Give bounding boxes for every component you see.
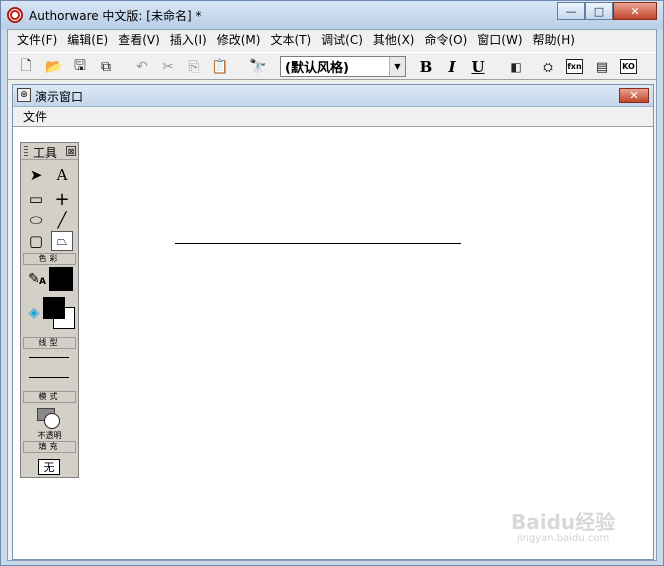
app-window: Authorware 中文版: [未命名] * — □ ✕ 文件(F) 编辑(E…	[0, 0, 664, 566]
close-button[interactable]: ✕	[613, 2, 657, 20]
tools-title: 工具	[33, 146, 58, 160]
text-tool-icon[interactable]: A	[51, 165, 73, 185]
window-controls: — □ ✕	[557, 2, 657, 20]
fill-section-label: 填充	[23, 441, 76, 453]
window-title: Authorware 中文版: [未命名] *	[29, 9, 202, 23]
tools-close-icon[interactable]: ⊠	[66, 146, 76, 156]
minimize-button[interactable]: —	[557, 2, 585, 20]
authorware-logo-icon	[7, 7, 23, 23]
menu-text[interactable]: 文本(T)	[265, 30, 316, 50]
maximize-button[interactable]: □	[585, 2, 613, 20]
watermark-url: jingyan.baidu.com	[517, 533, 610, 544]
variables-icon[interactable]: ▤	[592, 57, 612, 77]
menu-bar: 文件(F) 编辑(E) 查看(V) 插入(I) 修改(M) 文本(T) 调试(C…	[8, 30, 656, 50]
mode-section-label: 模式	[23, 391, 76, 403]
paint-bucket-icon: ◈	[28, 305, 40, 321]
presentation-window: ⊛ 演示窗口 ✕ 文件 工具 ⊠ ➤ A ▭ + ⬭ ╱ ▢ ⏢ 色彩 ✎ A …	[12, 84, 654, 560]
fill-pattern-button[interactable]: 无	[38, 459, 60, 475]
menu-window[interactable]: 窗口(W)	[472, 30, 527, 50]
menu-command[interactable]: 命令(O)	[419, 30, 472, 50]
save-all-icon[interactable]: 🖫	[70, 57, 90, 77]
underline-button[interactable]: U	[468, 57, 488, 77]
chevron-down-icon[interactable]: ▼	[389, 57, 405, 76]
presentation-menu-bar: 文件	[13, 107, 653, 127]
open-folder-icon[interactable]: 📂	[44, 57, 64, 77]
tools-palette: 工具 ⊠ ➤ A ▭ + ⬭ ╱ ▢ ⏢ 色彩 ✎ A ◈ 线型 模式 不透明 …	[20, 142, 79, 478]
mode-circle-icon[interactable]	[44, 413, 60, 429]
straight-line-tool-icon[interactable]: +	[51, 189, 73, 210]
pointer-tool-icon[interactable]: ➤	[25, 165, 47, 185]
watermark-logo: Baidu经验	[511, 510, 616, 534]
cut-icon[interactable]: ✂	[158, 57, 178, 77]
menu-modify[interactable]: 修改(M)	[212, 30, 266, 50]
polygon-tool-icon[interactable]: ⏢	[51, 231, 73, 251]
copy-icon[interactable]: ⎘	[184, 57, 204, 77]
menu-edit[interactable]: 编辑(E)	[62, 30, 113, 50]
paste-icon[interactable]: 📋	[210, 57, 230, 77]
presentation-menu-file[interactable]: 文件	[23, 110, 47, 124]
menu-insert[interactable]: 插入(I)	[165, 30, 212, 50]
presentation-title-bar[interactable]: ⊛ 演示窗口 ✕	[13, 85, 653, 107]
tools-header[interactable]: 工具 ⊠	[21, 143, 78, 160]
foreground-color-swatch[interactable]	[43, 297, 65, 319]
color-section-label: 色彩	[23, 253, 76, 265]
new-file-icon[interactable]: 🗋	[16, 57, 36, 77]
line-style-thin[interactable]	[29, 357, 69, 358]
mode-value: 不透明	[37, 431, 62, 440]
title-bar[interactable]: Authorware 中文版: [未命名] * — □ ✕	[1, 1, 663, 29]
pen-color-letter: A	[39, 277, 46, 287]
presentation-window-icon: ⊛	[17, 88, 31, 102]
grip-icon[interactable]	[24, 146, 28, 157]
style-select-value: (默认风格)	[285, 61, 349, 76]
presentation-close-button[interactable]: ✕	[619, 88, 649, 103]
main-toolbar: 🗋 📂 🖫 ⧉ ↶ ✂ ⎘ 📋 🔭 (默认风格) ▼ B I U ◧ ⛭ fxn…	[8, 52, 656, 80]
functions-button[interactable]: fxn	[566, 59, 583, 74]
restart-icon[interactable]: ◧	[506, 57, 526, 77]
menu-debug[interactable]: 调试(C)	[316, 30, 368, 50]
diagonal-line-tool-icon[interactable]: ╱	[51, 210, 73, 230]
rounded-rectangle-tool-icon[interactable]: ▢	[25, 231, 47, 251]
client-area: 文件(F) 编辑(E) 查看(V) 插入(I) 修改(M) 文本(T) 调试(C…	[7, 29, 657, 561]
line-style-arrow[interactable]	[29, 377, 69, 378]
line-section-label: 线型	[23, 337, 76, 349]
undo-icon[interactable]: ↶	[132, 57, 152, 77]
import-icon[interactable]: ⧉	[96, 57, 116, 77]
drawn-line[interactable]	[175, 243, 461, 244]
italic-button[interactable]: I	[442, 57, 462, 77]
bold-button[interactable]: B	[416, 57, 436, 77]
rectangle-tool-icon[interactable]: ▭	[25, 189, 47, 209]
menu-file[interactable]: 文件(F)	[12, 30, 62, 50]
line-color-swatch[interactable]	[49, 267, 73, 291]
presentation-title: 演示窗口	[35, 90, 84, 104]
knowledge-objects-button[interactable]: KO	[620, 59, 637, 74]
find-icon[interactable]: 🔭	[248, 57, 268, 77]
control-panel-icon[interactable]: ⛭	[538, 57, 558, 77]
menu-help[interactable]: 帮助(H)	[528, 30, 580, 50]
oval-tool-icon[interactable]: ⬭	[25, 210, 47, 230]
style-select[interactable]: (默认风格) ▼	[280, 56, 406, 77]
menu-other[interactable]: 其他(X)	[368, 30, 420, 50]
presentation-canvas[interactable]: 工具 ⊠ ➤ A ▭ + ⬭ ╱ ▢ ⏢ 色彩 ✎ A ◈ 线型 模式 不透明 …	[13, 128, 653, 559]
menu-view[interactable]: 查看(V)	[113, 30, 165, 50]
